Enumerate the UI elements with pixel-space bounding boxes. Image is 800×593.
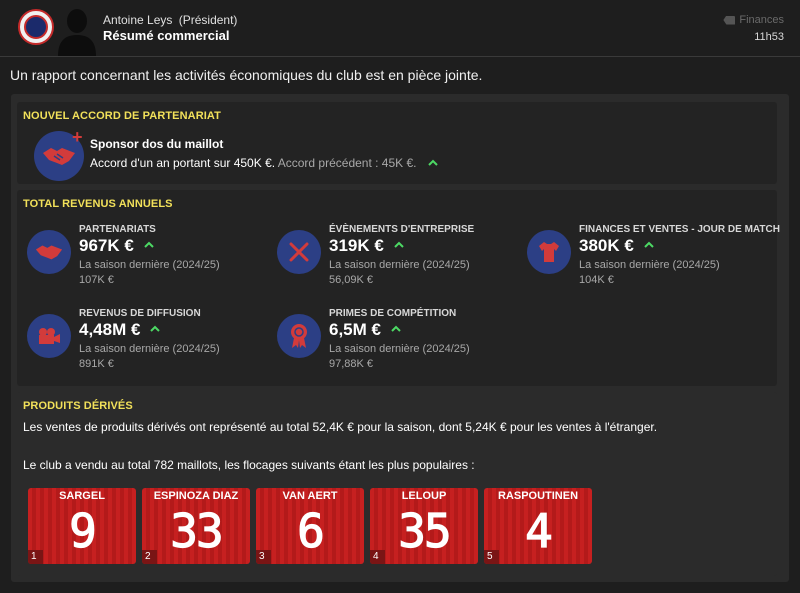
revenue-value: 6,5M € <box>329 320 401 340</box>
shirt-card[interactable]: ESPINOZA DIAZ 33 2 <box>142 488 250 564</box>
merchandise-sales-text: Les ventes de produits dérivés ont repré… <box>23 420 658 434</box>
shirt-rank: 1 <box>28 550 43 564</box>
arrow-up-icon <box>644 241 654 248</box>
revenue-value: 380K € <box>579 236 654 256</box>
shirt-player-name: ESPINOZA DIAZ <box>153 490 239 502</box>
arrow-up-icon <box>394 241 404 248</box>
category-label: Finances <box>739 14 784 26</box>
club-badge-icon <box>18 9 54 45</box>
shirt-rank: 3 <box>256 550 271 564</box>
partnership-card: NOUVEL ACCORD DE PARTENARIAT + Sponsor d… <box>17 102 777 184</box>
previous-season-value: 107K € <box>79 274 114 286</box>
merchandise-card: PRODUITS DÉRIVÉS Les ventes de produits … <box>17 392 777 576</box>
message-header: Antoine Leys (Président) Résumé commerci… <box>0 0 800 57</box>
previous-season-value: 56,09K € <box>329 274 374 286</box>
deal-amount: Accord d'un an portant sur 450K €. <box>90 156 276 170</box>
cutlery-icon <box>277 230 321 274</box>
report-attachment: NOUVEL ACCORD DE PARTENARIAT + Sponsor d… <box>11 94 789 582</box>
previous-season-label: La saison dernière (2024/25) <box>579 259 720 271</box>
sender-name: Antoine Leys <box>103 13 173 27</box>
shirt-player-name: SARGEL <box>59 490 105 502</box>
shirt-number: 33 <box>170 503 225 558</box>
previous-season-label: La saison dernière (2024/25) <box>79 343 220 355</box>
shirt-player-name: VAN AERT <box>282 490 338 502</box>
shirt-number: 35 <box>398 503 453 558</box>
shirt-player-name: LELOUP <box>401 490 447 502</box>
revenue-value: 967K € <box>79 236 154 256</box>
deal-description: Accord d'un an portant sur 450K €. Accor… <box>90 156 438 170</box>
partnership-title: NOUVEL ACCORD DE PARTENARIAT <box>23 110 221 122</box>
revenue-value: 319K € <box>329 236 404 256</box>
previous-season-label: La saison dernière (2024/25) <box>79 259 220 271</box>
revenue-item-matchday: FINANCES ET VENTES - JOUR DE MATCH 380K … <box>527 224 780 286</box>
previous-deal: Accord précédent : 45K €. <box>277 156 417 170</box>
shirt-rank: 2 <box>142 550 157 564</box>
revenue-item-competition-prizes: PRIMES DE COMPÉTITION 6,5M € La saison d… <box>277 308 517 370</box>
revenue-label: ÉVÈNEMENTS D'ENTREPRISE <box>329 224 475 235</box>
shirt-number: 4 <box>525 503 554 558</box>
tag-icon <box>723 15 736 25</box>
previous-season-label: La saison dernière (2024/25) <box>329 343 470 355</box>
previous-season-value: 97,88K € <box>329 358 374 370</box>
shirt-card[interactable]: LELOUP 35 4 <box>370 488 478 564</box>
shirt-player-name: RASPOUTINEN <box>497 490 579 502</box>
revenue-item-broadcast: REVENUS DE DIFFUSION 4,48M € La saison d… <box>27 308 267 370</box>
previous-season-label: La saison dernière (2024/25) <box>329 259 470 271</box>
revenue-label: REVENUS DE DIFFUSION <box>79 308 201 319</box>
revenue-item-partnerships: PARTENARIATS 967K € La saison dernière (… <box>27 224 267 286</box>
shirt-rank: 5 <box>484 550 499 564</box>
sender-role: (Président) <box>178 13 238 27</box>
previous-season-value: 891K € <box>79 358 114 370</box>
camera-icon <box>27 314 71 358</box>
arrow-up-icon <box>428 159 438 166</box>
revenue-item-corporate-events: ÉVÈNEMENTS D'ENTREPRISE 319K € La saison… <box>277 224 517 286</box>
revenue-label: FINANCES ET VENTES - JOUR DE MATCH <box>579 224 780 235</box>
revenue-value: 4,48M € <box>79 320 161 340</box>
plus-icon: + <box>72 127 83 147</box>
shirt-card[interactable]: SARGEL 9 1 <box>28 488 136 564</box>
category-tag[interactable]: Finances <box>723 14 784 26</box>
previous-season-value: 104K € <box>579 274 614 286</box>
shirt-card[interactable]: VAN AERT 6 3 <box>256 488 364 564</box>
arrow-up-icon <box>144 241 154 248</box>
avatar <box>58 9 96 56</box>
shirt-rank: 4 <box>370 550 385 564</box>
revenues-title: TOTAL REVENUS ANNUELS <box>23 198 173 210</box>
intro-text: Un rapport concernant les activités écon… <box>10 67 483 83</box>
merchandise-title: PRODUITS DÉRIVÉS <box>23 400 133 412</box>
arrow-up-icon <box>391 325 401 332</box>
deal-name: Sponsor dos du maillot <box>90 137 224 151</box>
shirt-number: 9 <box>69 503 98 558</box>
shirts-sold-text: Le club a vendu au total 782 maillots, l… <box>23 458 475 472</box>
shirt-number: 6 <box>297 503 326 558</box>
message-time: 11h53 <box>754 31 784 43</box>
arrow-up-icon <box>150 325 161 332</box>
revenue-label: PRIMES DE COMPÉTITION <box>329 308 457 319</box>
shirt-card[interactable]: RASPOUTINEN 4 5 <box>484 488 592 564</box>
shirt-icon <box>527 230 571 274</box>
revenue-label: PARTENARIATS <box>79 224 156 235</box>
revenues-card: TOTAL REVENUS ANNUELS PARTENARIATS 967K … <box>17 190 780 386</box>
handshake-icon <box>27 230 71 274</box>
medal-icon <box>277 314 321 358</box>
sender-line: Antoine Leys (Président) <box>103 13 237 27</box>
message-subject: Résumé commercial <box>103 28 230 43</box>
